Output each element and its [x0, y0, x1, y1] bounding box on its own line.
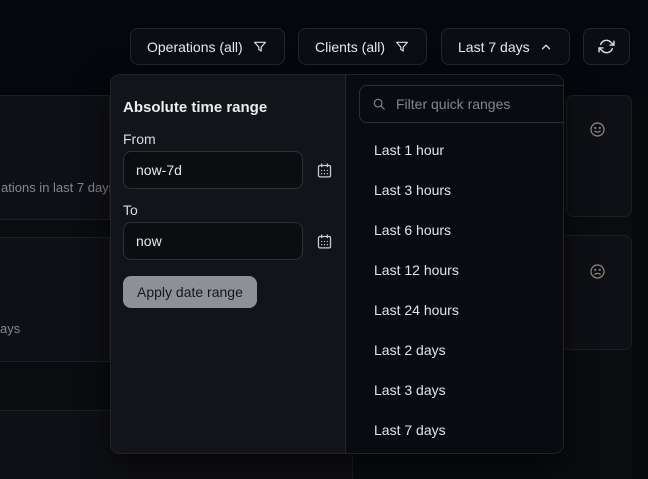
time-range-label: Last 7 days: [458, 39, 530, 55]
quick-range-item[interactable]: Last 3 hours: [359, 170, 564, 210]
refresh-icon: [598, 38, 615, 55]
background-card-right-top: [566, 95, 632, 217]
clients-filter-button[interactable]: Clients (all): [298, 28, 427, 65]
to-input[interactable]: [123, 222, 303, 260]
from-label: From: [123, 130, 333, 148]
quick-range-item[interactable]: Last 7 days: [359, 410, 564, 450]
from-input[interactable]: [123, 151, 303, 189]
background-card-right-bottom: [560, 235, 632, 350]
quick-ranges-list: Last 1 hourLast 3 hoursLast 6 hoursLast …: [359, 130, 564, 450]
quick-range-item[interactable]: Last 6 hours: [359, 210, 564, 250]
absolute-time-range-pane: Absolute time range From: [111, 75, 345, 453]
background-card-caption: ays: [0, 322, 20, 336]
quick-range-item[interactable]: Last 3 days: [359, 370, 564, 410]
quick-range-item[interactable]: Last 1 hour: [359, 130, 564, 170]
background-card-left-top: [0, 95, 110, 220]
refresh-button[interactable]: [583, 28, 630, 65]
from-input-row: [123, 151, 333, 189]
calendar-icon[interactable]: [316, 162, 333, 179]
filter-funnel-icon: [252, 39, 268, 55]
quick-ranges-search[interactable]: [359, 85, 564, 123]
background-card-caption: ations in last 7 days: [1, 181, 115, 195]
quick-range-item[interactable]: Last 24 hours: [359, 290, 564, 330]
right-margin-strip: [632, 95, 648, 479]
background-card-left-middle: [0, 237, 110, 362]
app-root: ations in last 7 days ays Operations (al…: [0, 0, 648, 479]
quick-range-item[interactable]: Last 12 hours: [359, 250, 564, 290]
operations-filter-label: Operations (all): [147, 39, 243, 55]
search-icon: [372, 97, 386, 111]
quick-ranges-filter-input[interactable]: [394, 95, 564, 113]
filter-funnel-icon: [394, 39, 410, 55]
to-label: To: [123, 201, 333, 219]
quick-range-item[interactable]: Last 2 days: [359, 330, 564, 370]
apply-date-range-button[interactable]: Apply date range: [123, 276, 257, 308]
quick-ranges-pane: Last 1 hourLast 3 hoursLast 6 hoursLast …: [345, 75, 564, 453]
time-picker-dropdown: Absolute time range From: [110, 74, 564, 454]
chevron-up-icon: [539, 40, 553, 54]
absolute-time-range-title: Absolute time range: [123, 98, 333, 118]
operations-filter-button[interactable]: Operations (all): [130, 28, 285, 65]
clients-filter-label: Clients (all): [315, 39, 385, 55]
time-range-button[interactable]: Last 7 days: [441, 28, 570, 65]
to-input-row: [123, 222, 333, 260]
smiley-sad-icon: [589, 263, 606, 280]
smiley-happy-icon: [589, 121, 606, 138]
calendar-icon[interactable]: [316, 233, 333, 250]
